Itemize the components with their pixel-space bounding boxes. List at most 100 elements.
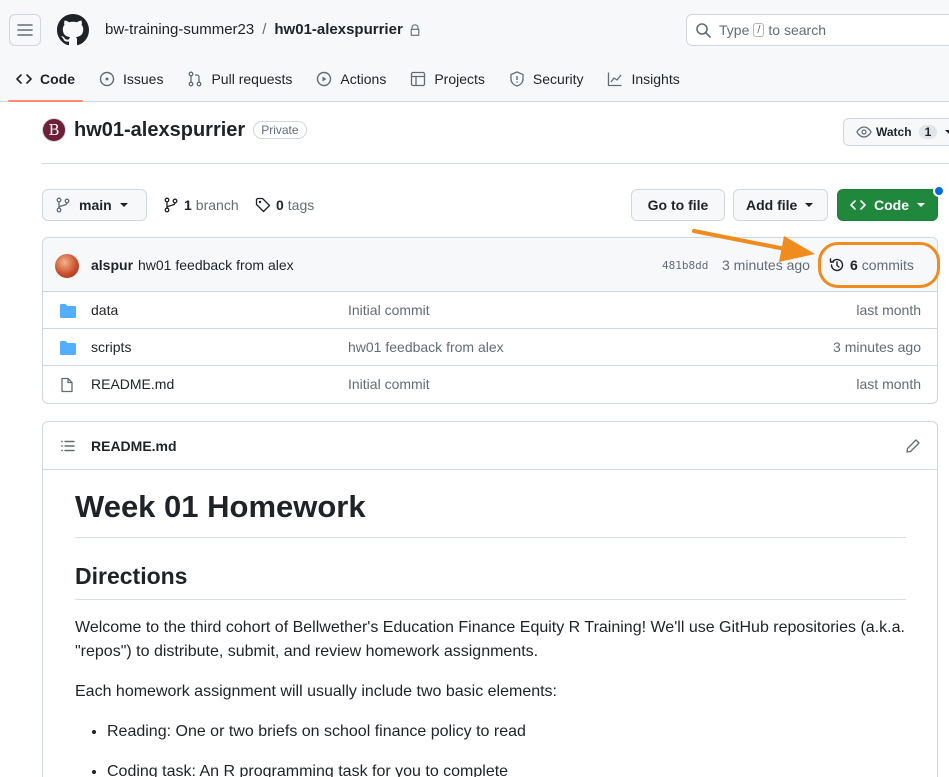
readme-content: Week 01 Homework Directions Welcome to t… — [75, 488, 906, 777]
branch-count: 1 — [184, 197, 192, 213]
tab-pull-requests[interactable]: Pull requests — [179, 61, 300, 97]
issue-icon — [99, 71, 115, 87]
hamburger-icon — [17, 24, 33, 36]
chevron-down-icon — [119, 203, 128, 207]
tab-actions-label: Actions — [340, 71, 387, 87]
file-browser: alspur hw01 feedback from alex 481b8dd 3… — [42, 237, 938, 404]
list-item: Reading: One or two briefs on school fin… — [107, 720, 906, 744]
tag-count: 0 — [276, 197, 284, 213]
repo-nav: Code Issues Pull requests Actions Projec… — [0, 61, 688, 102]
tab-issues[interactable]: Issues — [91, 61, 171, 97]
org-avatar[interactable]: B — [42, 118, 66, 142]
folder-icon — [60, 341, 76, 355]
tab-insights-label: Insights — [631, 71, 680, 87]
notification-dot — [933, 185, 945, 197]
graph-icon — [608, 72, 622, 87]
code-button[interactable]: Code — [837, 189, 938, 221]
file-commit-message[interactable]: Initial commit — [348, 302, 430, 318]
readme-panel: README.md Week 01 Homework Directions We… — [42, 421, 938, 777]
file-time: 3 minutes ago — [833, 339, 921, 355]
table-icon — [411, 71, 426, 87]
file-name[interactable]: scripts — [91, 339, 131, 355]
repo-name[interactable]: hw01-alexspurrier — [74, 119, 245, 142]
pencil-icon[interactable] — [905, 438, 921, 454]
readme-paragraph: Welcome to the third cohort of Bellwethe… — [75, 618, 905, 660]
readme-subheading: Directions — [75, 562, 906, 600]
tab-projects[interactable]: Projects — [402, 61, 493, 97]
visibility-badge: Private — [253, 121, 307, 139]
branches-link[interactable]: 1 branch — [163, 197, 239, 213]
chevron-down-icon — [945, 130, 949, 134]
readme-header: README.md — [43, 422, 937, 470]
github-logo-icon[interactable] — [57, 14, 89, 46]
annotation-highlight — [818, 242, 940, 288]
watch-count: 1 — [918, 125, 938, 139]
file-icon — [61, 377, 73, 393]
eye-icon — [856, 126, 872, 138]
play-icon — [317, 71, 332, 87]
search-icon — [696, 23, 711, 38]
divider — [42, 163, 949, 164]
list-icon[interactable] — [60, 438, 76, 454]
tag-icon — [255, 197, 271, 213]
branch-icon — [164, 197, 178, 213]
add-file-label: Add file — [746, 197, 798, 213]
latest-commit-bar: alspur hw01 feedback from alex 481b8dd 3… — [43, 238, 937, 292]
list-item: Coding task: An R programming task for y… — [107, 760, 906, 777]
search-shortcut-key: / — [753, 23, 765, 37]
tab-pull-requests-label: Pull requests — [211, 71, 293, 87]
branch-select-button[interactable]: main — [42, 189, 147, 221]
tab-issues-label: Issues — [123, 71, 164, 87]
branch-icon — [56, 197, 70, 213]
commit-author[interactable]: alspur — [91, 257, 133, 273]
app-header: bw-training-summer23 / hw01-alexspurrier… — [0, 0, 949, 102]
file-name[interactable]: README.md — [91, 376, 174, 392]
menu-button[interactable] — [9, 14, 41, 46]
folder-icon — [60, 304, 76, 318]
go-to-file-button[interactable]: Go to file — [631, 189, 725, 221]
watch-button[interactable]: Watch 1 — [843, 118, 949, 146]
tab-code[interactable]: Code — [8, 61, 83, 102]
add-file-button[interactable]: Add file — [733, 189, 828, 221]
search-suffix: to search — [768, 22, 827, 38]
search-prefix: Type — [719, 22, 750, 38]
breadcrumb-org[interactable]: bw-training-summer23 — [105, 21, 254, 38]
code-icon — [850, 200, 866, 210]
file-time: last month — [856, 302, 921, 318]
file-name[interactable]: data — [91, 302, 118, 318]
readme-title[interactable]: README.md — [91, 438, 177, 454]
repo-title: B hw01-alexspurrier Private — [42, 118, 307, 142]
list-item[interactable]: scripts hw01 feedback from alex 3 minute… — [43, 329, 937, 366]
list-item[interactable]: README.md Initial commit last month — [43, 366, 937, 403]
breadcrumb: bw-training-summer23 / hw01-alexspurrier — [105, 21, 421, 38]
tab-actions[interactable]: Actions — [308, 61, 394, 97]
readme-heading: Week 01 Homework — [75, 488, 906, 538]
readme-list: Reading: One or two briefs on school fin… — [75, 720, 906, 777]
tag-word: tags — [287, 197, 315, 213]
shield-icon — [510, 71, 524, 87]
tab-insights[interactable]: Insights — [599, 61, 687, 97]
breadcrumb-separator: / — [262, 21, 267, 38]
commit-time: 3 minutes ago — [722, 257, 810, 273]
tab-security-label: Security — [532, 71, 584, 87]
tab-security[interactable]: Security — [501, 61, 592, 97]
watch-label: Watch — [876, 125, 912, 139]
branch-word: branch — [195, 197, 239, 213]
tags-link[interactable]: 0 tags — [255, 197, 314, 213]
file-commit-message[interactable]: hw01 feedback from alex — [348, 339, 504, 355]
chevron-down-icon — [805, 203, 814, 207]
chevron-down-icon — [917, 203, 925, 207]
lock-icon — [409, 23, 421, 36]
code-icon — [16, 74, 32, 84]
list-item[interactable]: data Initial commit last month — [43, 292, 937, 329]
code-button-label: Code — [874, 197, 909, 213]
avatar[interactable] — [55, 254, 79, 278]
file-commit-message[interactable]: Initial commit — [348, 376, 430, 392]
commit-message[interactable]: hw01 feedback from alex — [138, 257, 294, 273]
pull-request-icon — [189, 71, 202, 87]
breadcrumb-repo[interactable]: hw01-alexspurrier — [274, 21, 402, 38]
branch-name: main — [79, 197, 112, 213]
commit-sha[interactable]: 481b8dd — [662, 259, 708, 272]
tab-projects-label: Projects — [434, 71, 485, 87]
search-input[interactable]: Type / to search — [686, 14, 949, 46]
